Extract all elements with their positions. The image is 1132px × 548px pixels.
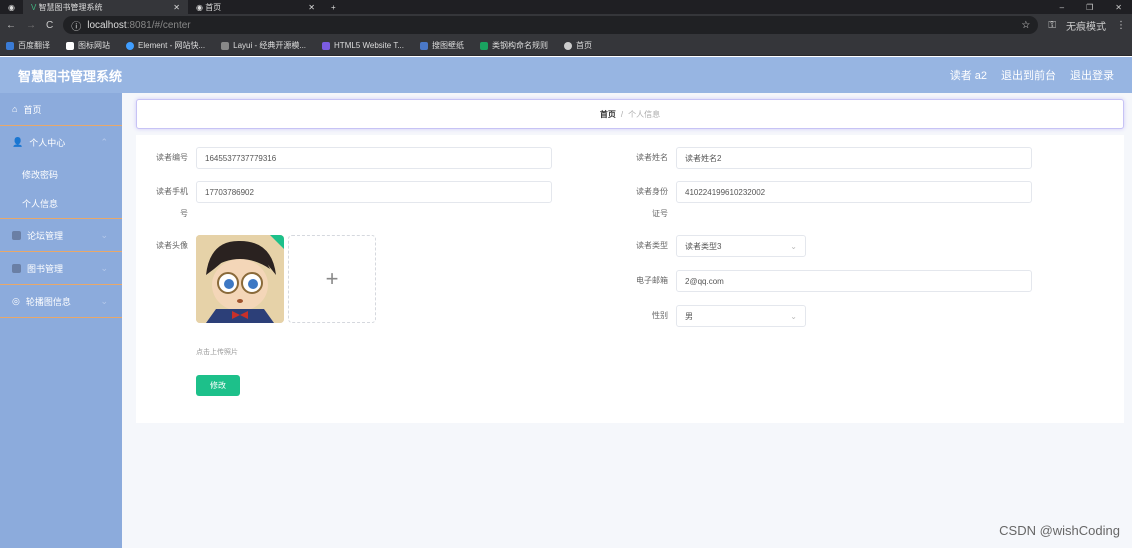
to-front-link[interactable]: 退出到前台 bbox=[1001, 67, 1056, 83]
chevron-up-icon: ⌃ bbox=[100, 137, 108, 147]
plus-icon: + bbox=[325, 266, 339, 291]
reader-no-label: 读者编号 bbox=[156, 153, 188, 162]
key-icon[interactable]: ⚿ bbox=[1048, 20, 1056, 31]
new-tab-icon[interactable]: + bbox=[323, 0, 344, 14]
chevron-down-icon: ⌄ bbox=[790, 241, 797, 251]
bookmark[interactable]: Element - 网站快... bbox=[126, 40, 205, 51]
url-host: localhost bbox=[87, 19, 127, 31]
email-label: 电子邮箱 bbox=[636, 276, 668, 285]
browser-tab[interactable]: ◉ 首页 ✕ bbox=[188, 0, 323, 14]
book-icon bbox=[12, 263, 21, 273]
app-header: 智慧图书管理系统 读者 a2 退出到前台 退出登录 bbox=[0, 57, 1132, 93]
chevron-down-icon: ⌄ bbox=[100, 262, 108, 273]
id-card-label: 读者身份 证号 bbox=[636, 187, 668, 218]
breadcrumb-current: 个人信息 bbox=[628, 109, 661, 119]
email-input[interactable]: 2@qq.com bbox=[676, 270, 1032, 292]
restore-icon[interactable]: ❐ bbox=[1086, 3, 1093, 12]
chevron-down-icon: ⌄ bbox=[100, 295, 108, 306]
browser-icon: ◉ bbox=[8, 2, 15, 12]
tab-title: 智慧图书管理系统 bbox=[38, 2, 103, 12]
reader-type-label: 读者类型 bbox=[636, 241, 668, 250]
back-icon[interactable]: ← bbox=[6, 20, 16, 31]
upload-hint: 点击上传照片 bbox=[196, 349, 238, 356]
user-label: 读者 a2 bbox=[949, 70, 987, 82]
star-icon[interactable]: ☆ bbox=[1021, 20, 1030, 31]
reader-no-input[interactable]: 1645537737779316 bbox=[196, 147, 552, 169]
bookmark[interactable]: 图标网站 bbox=[66, 40, 110, 51]
chevron-down-icon: ⌄ bbox=[100, 229, 108, 240]
watermark: CSDN @wishCoding bbox=[999, 523, 1120, 538]
bookmark[interactable]: 类钢构命名规则 bbox=[479, 40, 548, 51]
browser-tab-bar: ◉ V 智慧图书管理系统 ✕ ◉ 首页 ✕ + – ❐ ✕ bbox=[0, 0, 1132, 14]
bookmark[interactable]: HTML5 Website T... bbox=[322, 41, 404, 50]
profile-form: 读者编号 1645537737779316 读者姓名 读者姓名2 读者手机号 1770… bbox=[136, 135, 1124, 423]
bookmark[interactable]: 百度翻译 bbox=[6, 40, 50, 51]
bookmarks-bar: 百度翻译 图标网站 Element - 网站快... Layui - 经典开源模… bbox=[0, 36, 1132, 56]
forward-icon[interactable]: → bbox=[26, 20, 36, 31]
submit-button[interactable]: 修改 bbox=[196, 375, 240, 396]
user-icon: 👤 bbox=[12, 137, 24, 147]
home-icon: ⌂ bbox=[12, 104, 18, 114]
id-card-input[interactable]: 410224199610232002 bbox=[676, 181, 1032, 203]
tab-title: 首页 bbox=[205, 2, 222, 12]
menu-icon[interactable]: ⋮ bbox=[1116, 20, 1126, 31]
phone-input[interactable]: 17703786902 bbox=[196, 181, 552, 203]
upload-image-button[interactable]: + bbox=[288, 235, 376, 323]
address-bar-row: ← → C ⓘ localhost:8081/#/center ☆ ⚿ 无痕模式 ⋮ bbox=[0, 14, 1132, 36]
app-title: 智慧图书管理系统 bbox=[18, 68, 123, 84]
breadcrumb: 首页 / 个人信息 bbox=[136, 99, 1124, 129]
reload-icon[interactable]: C bbox=[46, 20, 53, 31]
reader-name-label: 读者姓名 bbox=[636, 153, 668, 162]
avatar-image[interactable] bbox=[196, 235, 284, 323]
browser-tab-active[interactable]: V 智慧图书管理系统 ✕ bbox=[22, 0, 188, 14]
breadcrumb-separator: / bbox=[620, 109, 624, 119]
bookmark[interactable]: 搜图壁纸 bbox=[419, 40, 464, 51]
bookmark[interactable]: 首页 bbox=[563, 40, 592, 51]
forum-icon bbox=[12, 230, 21, 240]
close-window-icon[interactable]: ✕ bbox=[1115, 3, 1122, 12]
sidebar-item-home[interactable]: ⌂ 首页 bbox=[0, 93, 122, 126]
sidebar: ⌂ 首页 👤 个人中心 ⌃ 修改密码 个人信息 论坛管理 ⌄ 图书管理 ⌄ ◎ 轮播图信息 ⌄ bbox=[0, 93, 122, 548]
close-tab-icon[interactable]: ✕ bbox=[173, 3, 180, 12]
logout-link[interactable]: 退出登录 bbox=[1070, 67, 1114, 83]
minimize-icon[interactable]: – bbox=[1060, 3, 1064, 12]
bookmark[interactable]: Layui - 经典开源模... bbox=[221, 40, 306, 51]
sidebar-item-forum[interactable]: 论坛管理 ⌄ bbox=[0, 219, 122, 252]
reader-type-select[interactable]: 读者类型3 ⌄ bbox=[676, 235, 806, 257]
gender-label: 性别 bbox=[652, 311, 668, 320]
close-tab-icon[interactable]: ✕ bbox=[308, 3, 315, 12]
gender-select[interactable]: 男 ⌄ bbox=[676, 305, 806, 327]
carousel-icon: ◎ bbox=[12, 295, 20, 306]
phone-label: 读者手机号 bbox=[156, 187, 188, 218]
info-icon: ⓘ bbox=[71, 21, 82, 33]
reader-name-input[interactable]: 读者姓名2 bbox=[676, 147, 1032, 169]
sidebar-item-carousel[interactable]: ◎ 轮播图信息 ⌄ bbox=[0, 285, 122, 318]
sidebar-item-books[interactable]: 图书管理 ⌄ bbox=[0, 252, 122, 285]
url-input[interactable]: ⓘ localhost:8081/#/center ☆ bbox=[63, 16, 1039, 34]
sidebar-item-personal-info[interactable]: 个人信息 bbox=[0, 189, 122, 219]
profile-button[interactable]: 无痕模式 bbox=[1066, 18, 1106, 33]
sidebar-item-personal-center[interactable]: 👤 个人中心 ⌃ bbox=[0, 126, 122, 159]
main-content: 首页 / 个人信息 读者编号 1645537737779316 读者姓名 读者姓名2… bbox=[122, 93, 1132, 548]
sidebar-item-change-password[interactable]: 修改密码 bbox=[0, 159, 122, 189]
breadcrumb-home[interactable]: 首页 bbox=[600, 109, 616, 120]
avatar-label: 读者头像 bbox=[156, 241, 188, 250]
url-path: :8081/#/center bbox=[126, 19, 191, 31]
chevron-down-icon: ⌄ bbox=[790, 311, 797, 321]
